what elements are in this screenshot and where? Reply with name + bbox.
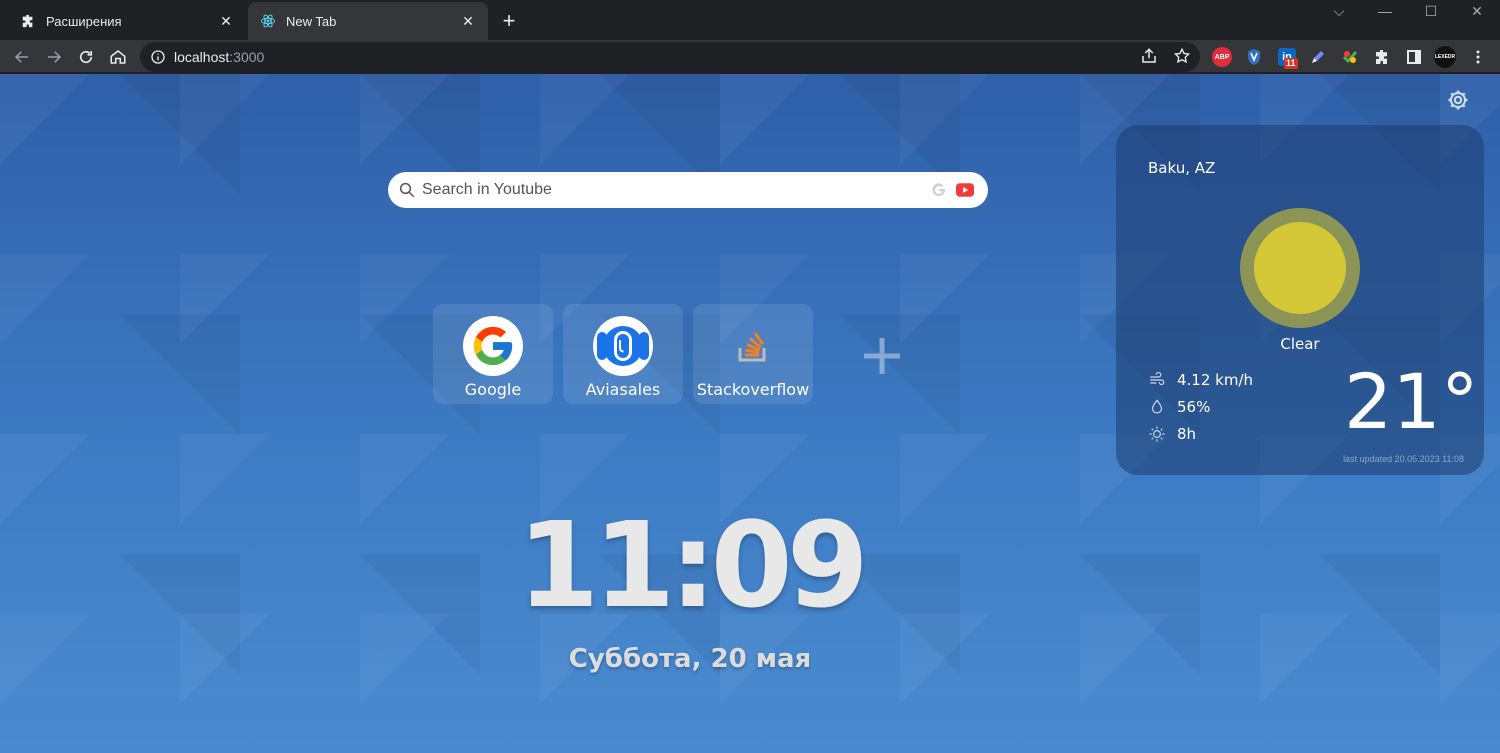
tab-close-icon[interactable]: ✕ [460,13,476,29]
weather-temperature: 21° [1344,357,1479,446]
reload-icon [79,50,93,64]
share-icon[interactable] [1140,47,1158,65]
youtube-search-bar[interactable] [388,172,988,208]
weather-wind: 4.12 km/h [1148,371,1253,389]
notification-badge: 11 [1284,58,1298,69]
close-window-button[interactable]: ✕ [1454,0,1500,22]
tab-title: Расширения [46,13,122,29]
reload-button[interactable] [73,44,99,70]
search-icon [399,182,415,198]
google-engine-icon[interactable] [930,181,948,199]
browser-toolbar: localhost:3000 ABP in 11 LEXEDR [0,40,1500,73]
shortcut-stackoverflow[interactable]: Stackoverflow [693,304,813,404]
puzzle-extensions-icon[interactable] [1371,46,1393,68]
humidity-value: 56% [1177,398,1211,416]
search-input[interactable] [422,181,930,199]
gear-icon[interactable] [1446,88,1470,112]
daylight-value: 8h [1177,425,1197,443]
weather-daylight: 8h [1148,425,1196,443]
droplet-icon [1151,399,1163,414]
url-text: localhost:3000 [174,49,265,65]
tab-new-tab[interactable]: New Tab ✕ [248,2,488,40]
info-icon[interactable] [150,49,166,65]
wind-value: 4.12 km/h [1177,371,1254,389]
shortcut-label: Aviasales [585,380,661,399]
minimize-button[interactable]: — [1362,0,1408,22]
weather-humidity: 56% [1148,398,1210,416]
shortcut-aviasales[interactable]: Aviasales [563,304,683,404]
colorful-extension-icon[interactable] [1339,46,1361,68]
tab-extensions[interactable]: Расширения ✕ [8,2,246,40]
new-tab-page: Google Aviasales Stack [0,74,1500,753]
weather-city: Baku, AZ [1148,159,1216,177]
bookmark-star-icon[interactable] [1173,47,1191,65]
weather-last-updated: last updated 20.05.2023 11:08 [1343,454,1464,464]
puzzle-icon [20,13,36,29]
tab-search-dropdown-icon[interactable]: ⌵ [1316,0,1362,22]
pen-extension-icon[interactable] [1307,46,1329,68]
clock-date: Суббота, 20 мая [568,644,812,674]
react-icon [260,13,276,29]
lexedr-extension-icon[interactable]: LEXEDR [1434,46,1456,68]
tab-strip: Расширения ✕ New Tab ✕ + ⌵ — ☐ ✕ [0,0,1500,40]
weather-widget: Baku, AZ Clear 4.12 km/h 56% 8h 21° last… [1116,125,1484,475]
google-logo-icon [463,316,523,376]
add-shortcut-plus-icon[interactable] [858,332,906,380]
arrow-left-icon [14,51,28,63]
shield-extension-icon[interactable] [1243,46,1265,68]
home-icon [110,50,126,64]
adblock-plus-icon[interactable]: ABP [1211,46,1233,68]
menu-dots-icon[interactable] [1467,46,1489,68]
maximize-button[interactable]: ☐ [1408,0,1454,22]
stackoverflow-logo-icon [723,316,783,376]
tab-title: New Tab [286,13,337,29]
home-button[interactable] [105,44,131,70]
shortcut-label: Google [464,380,522,399]
back-button[interactable] [9,44,35,70]
arrow-right-icon [48,51,62,63]
shortcut-label: Stackoverflow [696,380,810,399]
shortcut-google[interactable]: Google [433,304,553,404]
new-tab-button[interactable]: + [496,8,522,34]
side-panel-icon[interactable] [1403,46,1425,68]
weather-condition: Clear [1280,335,1320,353]
linkedin-extension-icon[interactable]: in 11 [1276,46,1298,69]
youtube-engine-icon[interactable] [956,183,974,197]
clock-time: 11:09 [517,496,869,634]
sun-icon [1240,208,1360,328]
tab-close-icon[interactable]: ✕ [218,13,234,29]
wind-icon [1150,371,1165,386]
forward-button[interactable] [41,44,67,70]
aviasales-logo-icon [593,316,653,376]
address-bar[interactable]: localhost:3000 [140,42,1200,72]
sun-small-icon [1149,426,1165,442]
